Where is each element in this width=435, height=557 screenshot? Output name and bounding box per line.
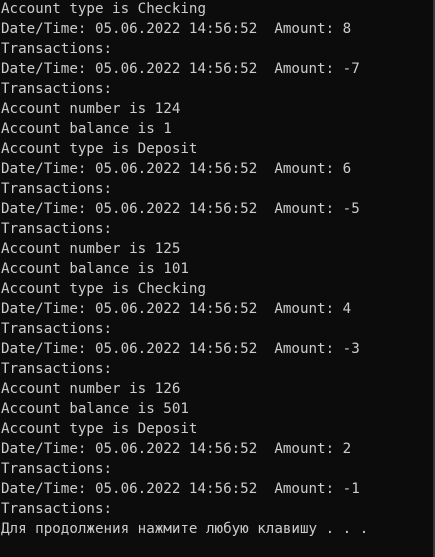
console-line-text: Transactions: xyxy=(1,81,113,97)
console-line: Transactions: xyxy=(1,179,433,199)
console-line: Account balance is 501 xyxy=(1,399,433,419)
console-line: Date/Time: 05.06.2022 14:56:52 Amount: 4 xyxy=(1,299,433,319)
console-line-text: Date/Time: 05.06.2022 14:56:52 Amount: -… xyxy=(1,61,360,77)
console-line: Transactions: xyxy=(1,39,433,59)
console-line-text: Account number is 125 xyxy=(1,241,181,257)
console-line-text: Account balance is 1 xyxy=(1,121,172,137)
console-line-text: Date/Time: 05.06.2022 14:56:52 Amount: 4 xyxy=(1,301,352,317)
console-line: Transactions: xyxy=(1,459,433,479)
console-line: Account type is Checking xyxy=(1,279,433,299)
console-line: Date/Time: 05.06.2022 14:56:52 Amount: 2 xyxy=(1,439,433,459)
console-line-text: Для продолжения нажмите любую клавишу . … xyxy=(1,521,369,537)
console-line: Date/Time: 05.06.2022 14:56:52 Amount: 8 xyxy=(1,19,433,39)
console-line-text: Transactions: xyxy=(1,321,113,337)
console-prompt-line: Для продолжения нажмите любую клавишу . … xyxy=(1,519,433,539)
console-line-text: Transactions: xyxy=(1,361,113,377)
console-line: Account number is 124 xyxy=(1,99,433,119)
console-line: Transactions: xyxy=(1,359,433,379)
console-line-text: Transactions: xyxy=(1,41,113,57)
console-line-text: Account type is Deposit xyxy=(1,421,198,437)
console-line-text: Transactions: xyxy=(1,181,113,197)
console-line: Transactions: xyxy=(1,79,433,99)
console-line: Transactions: xyxy=(1,219,433,239)
console-line-text: Account type is Checking xyxy=(1,1,206,17)
console-line-text: Date/Time: 05.06.2022 14:56:52 Amount: -… xyxy=(1,201,360,217)
console-line: Account type is Deposit xyxy=(1,419,433,439)
console-line: Date/Time: 05.06.2022 14:56:52 Amount: -… xyxy=(1,59,433,79)
console-line: Account balance is 101 xyxy=(1,259,433,279)
console-line-text: Transactions: xyxy=(1,221,113,237)
console-line-text: Date/Time: 05.06.2022 14:56:52 Amount: 8 xyxy=(1,21,352,37)
console-line: Date/Time: 05.06.2022 14:56:52 Amount: -… xyxy=(1,199,433,219)
console-line: Date/Time: 05.06.2022 14:56:52 Amount: -… xyxy=(1,339,433,359)
console-line: Transactions: xyxy=(1,319,433,339)
console-line-text: Date/Time: 05.06.2022 14:56:52 Amount: -… xyxy=(1,481,360,497)
console-line: Transactions: xyxy=(1,499,433,519)
console-line-text: Account balance is 501 xyxy=(1,401,189,417)
console-line: Date/Time: 05.06.2022 14:56:52 Amount: 6 xyxy=(1,159,433,179)
console-line-text: Account type is Checking xyxy=(1,281,206,297)
console-window[interactable]: Account type is Checking Date/Time: 05.06… xyxy=(0,0,435,557)
console-output: Account type is Checking Date/Time: 05.06… xyxy=(0,0,433,539)
console-line-text: Date/Time: 05.06.2022 14:56:52 Amount: 2 xyxy=(1,441,352,457)
console-line-text: Account number is 124 xyxy=(1,101,181,117)
console-line-text: Date/Time: 05.06.2022 14:56:52 Amount: -… xyxy=(1,341,360,357)
console-line: Account type is Checking xyxy=(1,0,433,19)
console-line-text: Transactions: xyxy=(1,501,113,517)
console-line: Account number is 126 xyxy=(1,379,433,399)
console-line-text: Account number is 126 xyxy=(1,381,181,397)
console-line: Account balance is 1 xyxy=(1,119,433,139)
console-line: Account number is 125 xyxy=(1,239,433,259)
console-line-text: Date/Time: 05.06.2022 14:56:52 Amount: 6 xyxy=(1,161,352,177)
console-line-text: Account type is Deposit xyxy=(1,141,198,157)
console-line-text: Account balance is 101 xyxy=(1,261,189,277)
console-line: Date/Time: 05.06.2022 14:56:52 Amount: -… xyxy=(1,479,433,499)
console-line: Account type is Deposit xyxy=(1,139,433,159)
console-line-text: Transactions: xyxy=(1,461,113,477)
